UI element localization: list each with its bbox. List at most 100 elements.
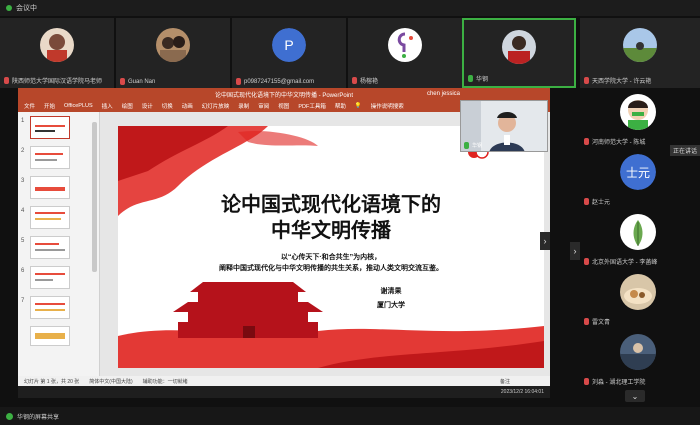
- slide-thumbnail[interactable]: [30, 266, 70, 289]
- participant-name-row: 刘淼 - 湖北理工学院: [584, 377, 645, 386]
- thumb-number: 6: [21, 268, 25, 274]
- ribbon-tab[interactable]: 插入: [102, 102, 113, 110]
- slide-subtitle1: 以“心传天下·和合共生”为内核，: [280, 254, 382, 261]
- participant-tile[interactable]: 陕西师范大学国际汉语学院马老师: [0, 18, 114, 88]
- slide-thumbnail[interactable]: [30, 176, 70, 199]
- thumbnail-scrollbar[interactable]: [92, 122, 97, 272]
- participant-avatar: [620, 214, 656, 250]
- slide-subtitle2: 阐释中国式现代化与中华文明传播的共生关系，推动人类文明交流互鉴。: [219, 265, 443, 272]
- participant-tile[interactable]: P p0987247155@gmail.com: [232, 18, 346, 88]
- slide-thumbnail-selected[interactable]: [30, 116, 70, 139]
- thumb-number: 7: [21, 298, 25, 304]
- participant-name: 陕西师范大学国际汉语学院马老师: [12, 79, 103, 85]
- status-language[interactable]: 简体中文(中国大陆): [89, 378, 132, 385]
- slide-thumbnail[interactable]: [30, 326, 70, 346]
- participant-name: 北京外国语大学 - 李菡峰: [592, 260, 658, 266]
- slide-author: 谢清果: [380, 288, 402, 295]
- participant-name: 刘淼 - 湖北理工学院: [592, 380, 646, 386]
- status-accessibility[interactable]: 辅助功能：一切就绪: [143, 378, 188, 385]
- participant-name-row: 河南师范大学 - 陈城: [584, 137, 645, 146]
- ribbon-tab[interactable]: OfficePLUS: [64, 103, 93, 109]
- window-titlebar: 会议中: [0, 0, 700, 16]
- participant-tile[interactable]: 士元 赵士元: [580, 150, 700, 208]
- ribbon-tab[interactable]: 帮助: [335, 102, 346, 110]
- slide-thumbnail[interactable]: [30, 236, 70, 259]
- scroll-down-button[interactable]: ⌄: [625, 390, 645, 402]
- windows-taskbar: 2023/12/2 16:04:01: [18, 386, 550, 398]
- presenter-label: 华钢: [464, 142, 482, 149]
- slide-title-line1: 论中国式现代化语境下的: [221, 192, 441, 216]
- powerpoint-statusbar: 幻灯片 第 1 张，共 20 张 简体中文(中国大陆) 辅助功能：一切就绪 备注: [18, 376, 550, 386]
- thumb-number: 2: [21, 148, 25, 154]
- slide-thumbnail[interactable]: [30, 296, 70, 319]
- ribbon-tab[interactable]: 幻灯片放映: [202, 102, 230, 110]
- ribbon-tab[interactable]: 绘图: [122, 102, 133, 110]
- window-title: 会议中: [16, 5, 37, 12]
- expand-panel-button[interactable]: ›: [540, 232, 550, 250]
- powerpoint-titlebar: 论中国式现代化语境下的中华文明传播 - PowerPoint chen jess…: [18, 88, 550, 100]
- participant-name: 河南师范大学 - 陈城: [592, 140, 646, 146]
- ribbon-tab[interactable]: 切换: [162, 102, 173, 110]
- slide-canvas: 论中国式现代化语境下的 中华文明传播 以“心传天下·和合共生”为内核， 阐释中国…: [118, 126, 544, 368]
- ribbon-search[interactable]: 操作说明搜索: [371, 102, 404, 110]
- thumb-number: 5: [21, 238, 25, 244]
- ribbon-tab[interactable]: 录制: [238, 102, 249, 110]
- participant-tile-active[interactable]: 华钢: [462, 18, 576, 88]
- participant-tile[interactable]: 杨榕艳: [348, 18, 462, 88]
- participant-name-row: 赵士元: [584, 197, 610, 206]
- powerpoint-title: 论中国式现代化语境下的中华文明传播 - PowerPoint: [214, 92, 353, 99]
- participant-tile[interactable]: 雷文青: [580, 270, 700, 328]
- ribbon-tab[interactable]: 动画: [182, 102, 193, 110]
- slide-title-line2: 中华文明传播: [271, 218, 391, 242]
- participant-avatar: [502, 30, 536, 64]
- status-notes[interactable]: 备注: [500, 378, 510, 385]
- participant-tile[interactable]: 北京外国语大学 - 李菡峰: [580, 210, 700, 268]
- slide-thumbnail[interactable]: [30, 146, 70, 169]
- participant-initial: P: [272, 28, 306, 62]
- presenter-camera[interactable]: 华钢: [460, 100, 548, 152]
- meeting-status-icon: [6, 5, 12, 11]
- next-page-button[interactable]: ›: [570, 242, 580, 260]
- participant-name-row: 华钢: [468, 74, 488, 83]
- taskbar-clock: 2023/12/2 16:04:01: [500, 389, 544, 395]
- slide-thumbnail[interactable]: [30, 206, 70, 229]
- participant-name: 杨榕艳: [360, 79, 379, 85]
- ribbon-tab[interactable]: 视图: [278, 102, 289, 110]
- mic-muted-icon: [584, 198, 589, 205]
- participant-tile[interactable]: 河南师范大学 - 陈城: [580, 90, 700, 148]
- participant-name: Guan Nan: [128, 78, 156, 85]
- right-participant-column: 河南师范大学 - 陈城 士元 赵士元 北京外国语大学 - 李菡峰 雷文青 刘淼 …: [580, 88, 700, 408]
- participant-name-row: 杨榕艳: [352, 76, 378, 85]
- participant-name-row: p0987247155@gmail.com: [236, 78, 314, 85]
- participant-tile[interactable]: 天西学院大学 - 许云艳: [580, 18, 700, 88]
- ribbon-tab[interactable]: 文件: [24, 102, 35, 110]
- participant-name-row: 陕西师范大学国际汉语学院马老师: [4, 76, 102, 85]
- participant-name: p0987247155@gmail.com: [244, 78, 315, 85]
- ribbon-tab[interactable]: 开始: [44, 102, 55, 110]
- slide-background-art: [118, 126, 544, 368]
- powerpoint-user: chen jessica: [426, 91, 460, 97]
- mic-muted-icon: [4, 77, 9, 84]
- participant-avatar: P: [272, 28, 306, 62]
- participant-avatar: 士元: [620, 154, 656, 190]
- participant-tile[interactable]: 刘淼 - 湖北理工学院: [580, 330, 700, 388]
- participant-name: 赵士元: [592, 200, 611, 206]
- participant-avatar: [620, 274, 656, 310]
- ribbon-tab[interactable]: 设计: [142, 102, 153, 110]
- screen-share-icon: [6, 412, 13, 420]
- mic-muted-icon: [584, 258, 589, 265]
- participant-avatar: [388, 28, 422, 62]
- presenter-name: 华钢: [472, 143, 483, 149]
- participant-avatar: [620, 334, 656, 370]
- mic-muted-icon: [584, 77, 589, 84]
- ribbon-tab[interactable]: 审阅: [258, 102, 269, 110]
- screen-share-bar: 华钢的屏幕共享: [0, 407, 700, 425]
- participant-avatar: [40, 28, 74, 62]
- mic-muted-icon: [120, 78, 125, 85]
- participant-name: 雷文青: [592, 320, 611, 326]
- mic-active-icon: [464, 142, 469, 149]
- lightbulb-icon: 💡: [354, 103, 362, 109]
- participant-tile[interactable]: Guan Nan: [116, 18, 230, 88]
- speaking-tooltip: 正在讲话: [670, 145, 700, 156]
- ribbon-tab[interactable]: PDF工具箱: [298, 102, 326, 110]
